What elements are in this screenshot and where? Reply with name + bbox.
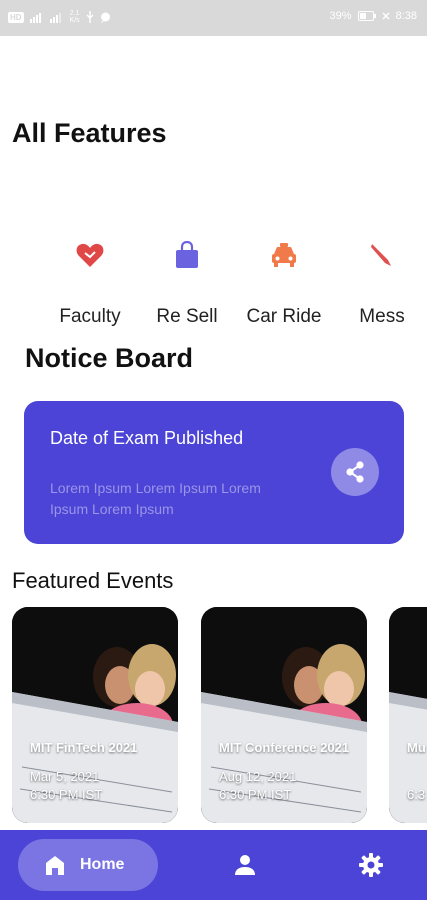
network-speed: 2.1 K/s: [70, 10, 80, 24]
feature-label: Mess: [359, 306, 405, 327]
shopping-bag-icon: [172, 240, 202, 270]
status-bar: HD 2.1 K/s 39% 8:38: [0, 0, 427, 36]
gear-icon: [359, 853, 383, 877]
event-title: MIT Conference 2021: [219, 740, 350, 755]
feature-label: Faculty: [59, 306, 121, 327]
features-carousel[interactable]: ts Faculty Re Sell Car Ride Mess: [0, 200, 427, 340]
car-icon: [269, 240, 299, 270]
network-speed-unit: K/s: [69, 17, 80, 24]
event-date: Mar 5, 2021: [30, 769, 100, 784]
feature-item-car-ride[interactable]: Car Ride: [234, 200, 334, 340]
events-carousel[interactable]: MIT FinTech 2021 Mar 5, 2021 6:30 PM IST…: [0, 607, 427, 823]
status-bar-right: 39% 8:38: [330, 10, 417, 22]
bottom-nav: Home: [0, 830, 427, 900]
message-icon: [100, 12, 110, 23]
no-sim-icon: [382, 12, 390, 20]
usb-icon: [86, 11, 94, 23]
notice-card[interactable]: Date of Exam Published Lorem Ipsum Lorem…: [24, 401, 404, 544]
share-button[interactable]: [331, 448, 379, 496]
nav-settings-button[interactable]: [358, 852, 384, 878]
share-icon: [346, 461, 364, 483]
notice-card-title: Date of Exam Published: [50, 428, 244, 448]
signal-icon: [29, 12, 41, 23]
feature-label: ts: [0, 306, 38, 328]
network-speed-value: 2.1: [69, 10, 80, 17]
event-time: 6:30 PM IST: [219, 787, 292, 802]
nav-profile-button[interactable]: [232, 852, 258, 878]
event-date: Aug 12, 2021: [219, 769, 297, 784]
battery-icon: [357, 11, 376, 21]
event-time: 6:3: [407, 787, 426, 802]
event-card[interactable]: MIT Conference 2021 Aug 12, 2021 6:30 PM…: [201, 607, 367, 823]
signal-2-icon: [49, 12, 61, 23]
nav-home-button[interactable]: Home: [18, 839, 158, 891]
feature-item-clipped[interactable]: ts: [0, 200, 38, 340]
feature-item-mess[interactable]: Mess: [332, 200, 427, 340]
feature-label: Car Ride: [246, 306, 322, 327]
clock: 8:38: [395, 10, 417, 22]
battery-percent: 39%: [329, 10, 352, 22]
featured-events-title: Featured Events: [12, 568, 174, 593]
home-icon: [46, 856, 64, 875]
event-title: MIT FinTech 2021: [30, 740, 138, 755]
carrier-chip: HD: [8, 11, 24, 23]
knife-icon: [367, 240, 397, 270]
event-card[interactable]: MIT FinTech 2021 Mar 5, 2021 6:30 PM IST: [12, 607, 178, 823]
event-card[interactable]: Mu 6:3: [389, 607, 427, 823]
event-time: 6:30 PM IST: [30, 787, 103, 802]
all-features-title: All Features: [12, 118, 167, 148]
heart-handshake-icon: [75, 240, 105, 270]
notice-card-body: Lorem Ipsum Lorem Ipsum Lorem Ipsum Lore…: [50, 480, 261, 517]
status-bar-left: HD 2.1 K/s: [8, 10, 111, 24]
feature-item-resell[interactable]: Re Sell: [137, 200, 237, 340]
nav-home-label: Home: [80, 856, 125, 873]
event-title: Mu: [407, 740, 426, 755]
feature-label: Re Sell: [156, 306, 218, 327]
notice-board-title: Notice Board: [25, 343, 194, 373]
person-icon: [235, 855, 255, 875]
feature-item-faculty[interactable]: Faculty: [40, 200, 140, 340]
